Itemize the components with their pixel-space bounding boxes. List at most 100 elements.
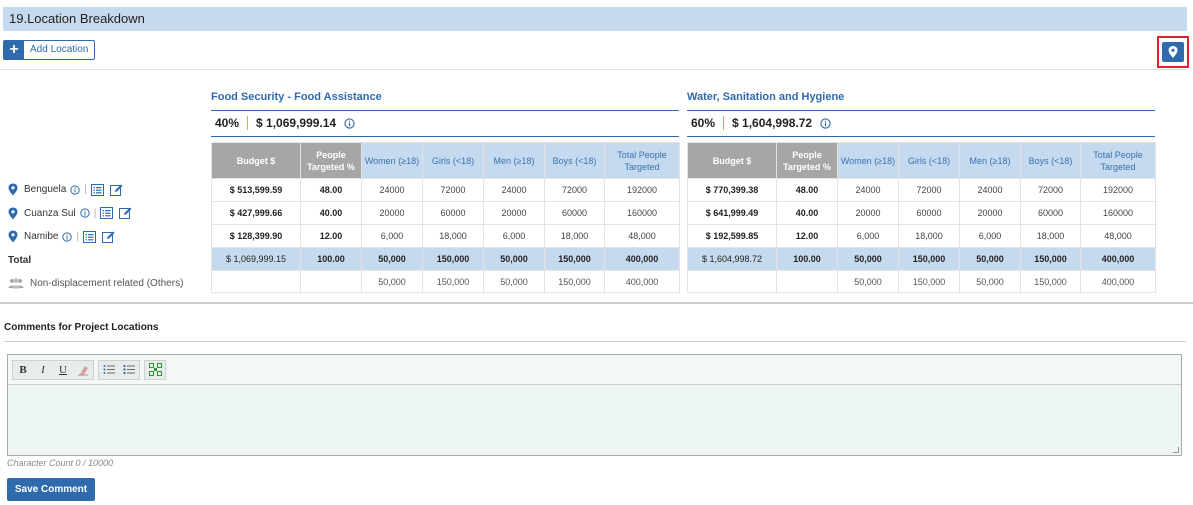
boys-cell: 18,000 [544,224,605,248]
info-icon[interactable] [344,117,355,129]
bullet-list-button[interactable] [99,361,119,379]
men-cell: 6,000 [483,224,545,248]
info-icon[interactable] [80,208,90,218]
total-people-cell: 192000 [604,178,680,202]
column-header: Women (≥18) [837,142,899,179]
budget-cell: $ 128,399.90 [211,224,301,248]
character-count: Character Count 0 / 10000 [7,458,114,468]
section-title: 19.Location Breakdown [9,11,145,26]
divider [4,341,1186,342]
location-name: Cuanza Sul [24,207,76,219]
edit-icon[interactable] [109,184,123,196]
fullscreen-button[interactable] [145,361,165,379]
edit-icon[interactable] [119,207,132,220]
total-people-cell: 48,000 [1080,224,1156,248]
location-row-benguela: Benguela | [8,178,208,202]
women-cell: 20000 [361,201,423,225]
cluster-amount: $ 1,604,998.72 [732,116,813,130]
map-pin-icon [1168,46,1178,58]
total-people-cell: 400,000 [1080,270,1156,293]
save-comment-button[interactable]: Save Comment [7,478,95,501]
boys-cell: 60000 [544,201,605,225]
cluster-title-wash: Water, Sanitation and Hygiene [687,91,845,103]
column-header: Men (≥18) [483,142,545,179]
total-people-cell: 400,000 [1080,247,1156,271]
info-icon[interactable] [62,232,73,242]
table-row: $ 641,999.49 40.00 20000 60000 20000 600… [687,201,1156,225]
total-label: Total [8,254,32,266]
fullscreen-icon [148,363,162,376]
add-location-button[interactable]: + Add Location [3,40,96,60]
cluster-amount: $ 1,069,999.14 [256,116,337,130]
budget-cell [687,270,777,293]
budget-cell: $ 192,599.85 [687,224,777,248]
table-row: $ 192,599.85 12.00 6,000 18,000 6,000 18… [687,224,1156,248]
percent-cell [776,270,838,293]
girls-cell: 150,000 [422,270,484,293]
list-group [98,359,140,380]
women-cell: 6,000 [837,224,899,248]
column-header: People Targeted % [300,142,362,179]
info-icon[interactable] [820,117,831,129]
resize-handle[interactable] [1173,447,1179,453]
eraser-icon [78,365,88,376]
women-cell: 24000 [837,178,899,202]
nondisp-label: Non-displacement related (Others) [30,278,184,290]
info-icon[interactable] [70,185,80,195]
bold-button[interactable]: B [13,361,33,379]
percent-cell: 40.00 [776,201,838,225]
column-header: Boys (<18) [544,142,605,179]
remove-format-button[interactable] [73,361,93,379]
men-cell: 24000 [959,178,1021,202]
boys-cell: 18,000 [1020,224,1081,248]
women-cell: 20000 [837,201,899,225]
underline-button[interactable]: U [53,361,73,379]
map-button[interactable] [1162,42,1184,62]
women-cell: 50,000 [837,270,899,293]
percent-cell: 12.00 [776,224,838,248]
numbered-list-icon [123,365,135,374]
men-cell: 20000 [959,201,1021,225]
divider [0,302,1193,304]
format-group: B I U [12,359,94,380]
total-people-cell: 400,000 [604,270,680,293]
budget-cell: $ 641,999.49 [687,201,777,225]
cluster-table-wash: Budget $ People Targeted % Women (≥18) G… [687,142,1156,293]
girls-cell: 150,000 [898,247,960,271]
boys-cell: 150,000 [544,270,605,293]
edit-icon[interactable] [102,231,115,243]
list-icon[interactable] [100,207,114,220]
add-location-label: Add Location [30,44,89,55]
location-name: Namibe [24,231,59,243]
boys-cell: 150,000 [544,247,605,271]
column-header: Men (≥18) [959,142,1021,179]
location-name: Benguela [24,184,67,196]
numbered-list-button[interactable] [119,361,139,379]
men-cell: 50,000 [959,247,1021,271]
table-row: $ 770,399.38 48.00 24000 72000 24000 720… [687,178,1156,202]
comment-textarea[interactable] [8,385,1181,455]
budget-cell [211,270,301,293]
percent-cell: 48.00 [776,178,838,202]
men-cell: 20000 [483,201,545,225]
column-header: Boys (<18) [1020,142,1081,179]
location-row-namibe: Namibe | [8,225,208,249]
women-cell: 24000 [361,178,423,202]
total-people-cell: 160000 [604,201,680,225]
map-pin-icon [8,183,18,196]
table-row: $ 128,399.90 12.00 6,000 18,000 6,000 18… [211,224,680,248]
percent-cell: 48.00 [300,178,362,202]
list-icon[interactable] [83,230,97,243]
boys-cell: 60000 [1020,201,1081,225]
list-icon[interactable] [90,183,104,196]
separator: | [76,231,80,243]
bullet-list-icon [103,365,115,374]
budget-cell: $ 770,399.38 [687,178,777,202]
boys-cell: 72000 [544,178,605,202]
cluster-underline [211,110,679,111]
men-cell: 50,000 [483,247,545,271]
women-cell: 50,000 [361,247,423,271]
italic-button[interactable]: I [33,361,53,379]
table-row: $ 513,599.59 48.00 24000 72000 24000 720… [211,178,680,202]
nondisp-row: 50,000 150,000 50,000 150,000 400,000 [687,270,1156,293]
